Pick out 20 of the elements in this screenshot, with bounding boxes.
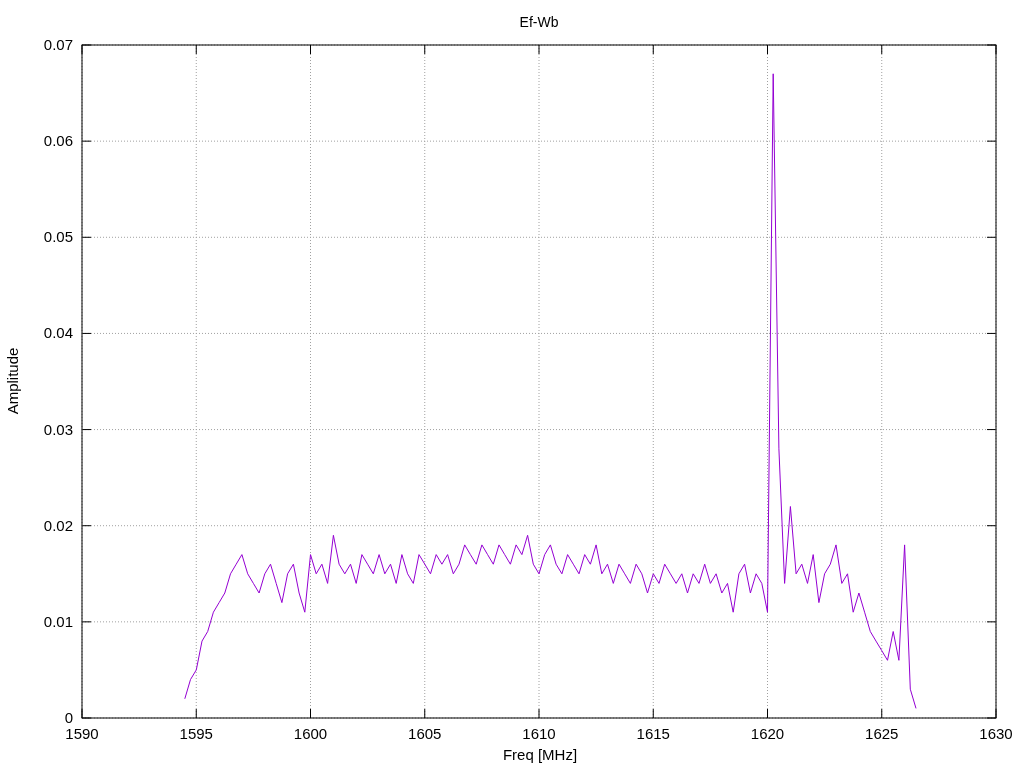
tick-label: 1630 [979, 725, 1013, 742]
tick-label: 1610 [522, 725, 556, 742]
axis-label: Amplitude [4, 347, 21, 415]
tick-label: 0.07 [43, 36, 73, 53]
tick-label: 1620 [750, 725, 785, 742]
tick-label: 0.06 [43, 132, 73, 150]
tick-label: 0.05 [43, 228, 73, 246]
tick-label: 0.04 [43, 324, 73, 342]
axis-label: Freq [MHz] [502, 746, 578, 763]
tick-label: 0.03 [43, 420, 73, 438]
tick-label: 1595 [179, 725, 213, 742]
tick-label: 0.01 [43, 612, 73, 630]
tick-label: 0 [64, 709, 73, 726]
tick-label: 1590 [65, 725, 99, 742]
tick-label: 0.02 [43, 516, 73, 534]
tick-label: 1625 [865, 725, 899, 742]
tick-label: 1615 [636, 725, 670, 742]
tick-label: 1605 [408, 725, 442, 742]
chart-title: Ef-Wb [519, 14, 559, 30]
tick-label: 1600 [293, 725, 328, 742]
